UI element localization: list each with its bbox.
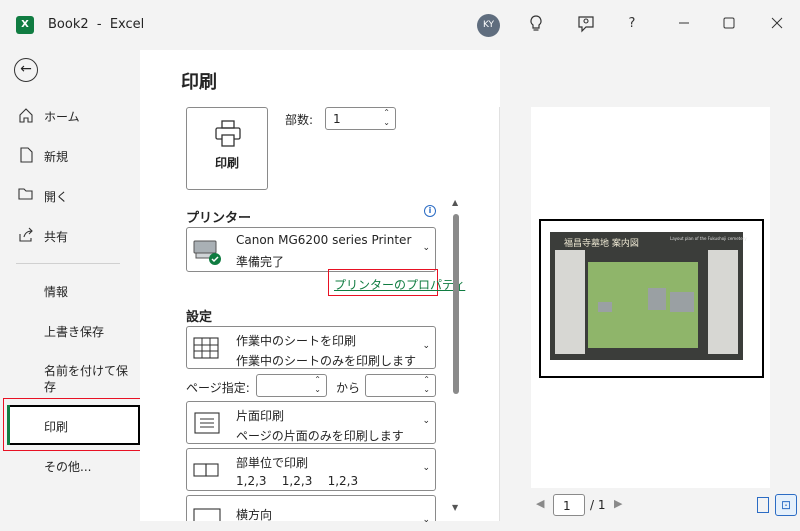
nav-save[interactable]: 上書き保存 (0, 313, 140, 347)
avatar[interactable]: KY (477, 14, 500, 37)
printer-name: Canon MG6200 series Printer (236, 233, 412, 247)
printer-status: 準備完了 (236, 255, 285, 269)
current-page: 1 (563, 499, 571, 513)
share-icon (18, 227, 34, 243)
sidebar-divider (16, 263, 120, 264)
stepper-arrows-icon[interactable]: ⌃ ⌄ (314, 375, 321, 395)
close-icon[interactable] (765, 12, 789, 36)
nav-label: 共有 (44, 230, 69, 244)
photo-map (588, 262, 698, 348)
printer-properties-link[interactable]: プリンターのプロパティ (334, 276, 465, 293)
help-icon[interactable]: ? (620, 12, 644, 36)
sheet-grid-icon (192, 336, 224, 360)
nav-label: 上書き保存 (44, 325, 105, 339)
landscape-icon (192, 507, 224, 531)
stepper-arrows-icon[interactable]: ⌃ ⌄ (383, 108, 390, 128)
nav-more[interactable]: その他... (0, 448, 140, 482)
photo-legend-left (555, 250, 585, 354)
photo-legend-right (708, 250, 738, 354)
photo-subtitle: Layout plan of the Fukushoji cemetery (670, 236, 747, 241)
page-number-input[interactable]: 1 (553, 494, 585, 516)
copies-stepper[interactable]: 1 ⌃ ⌄ (325, 107, 396, 130)
chevron-down-icon: ⌄ (422, 340, 430, 351)
setting-line2: ページの片面のみを印刷します (236, 429, 404, 443)
setting-line2: 1,2,3 1,2,3 1,2,3 (236, 474, 359, 488)
pages-label: ページ指定: (186, 381, 250, 395)
scroll-down-icon[interactable]: ▼ (452, 503, 458, 512)
copies-label: 部数: (285, 113, 314, 127)
show-margins-icon[interactable] (757, 497, 769, 513)
next-page-icon[interactable]: ▶ (614, 497, 622, 510)
chevron-down-icon: ⌄ (422, 242, 430, 253)
home-icon (18, 107, 34, 123)
photo-building (670, 292, 694, 312)
nav-label: 開く (44, 190, 69, 204)
printer-section-title: プリンター (186, 211, 252, 226)
nav-info[interactable]: 情報 (0, 273, 140, 307)
printer-icon (213, 120, 243, 148)
orientation-dropdown[interactable]: 横方向 ⌄ (186, 495, 436, 525)
pages-from-input[interactable]: ⌃ ⌄ (256, 374, 327, 397)
printer-ready-icon (192, 237, 224, 265)
nav-label: 名前を付けて保存 (44, 364, 129, 394)
excel-icon: X (16, 16, 34, 34)
cemetery-map-photo: 福昌寺墓地 案内図 Layout plan of the Fukushoji c… (550, 232, 747, 360)
settings-section-title: 設定 (186, 310, 213, 325)
nav-label: ホーム (44, 110, 80, 124)
prev-page-icon[interactable]: ◀ (536, 497, 544, 510)
pages-to-label: から (336, 381, 361, 395)
collated-icon (192, 458, 224, 482)
folder-open-icon (18, 187, 34, 203)
nav-label: 情報 (44, 285, 69, 299)
nav-share[interactable]: 共有 (0, 218, 140, 252)
one-sided-icon (192, 411, 224, 435)
setting-line1: 横方向 (236, 508, 273, 522)
page-title: 印刷 (181, 72, 217, 93)
nav-home[interactable]: ホーム (0, 98, 140, 132)
maximize-icon[interactable] (717, 12, 741, 36)
setting-line1: 片面印刷 (236, 409, 285, 423)
total-pages: / 1 (590, 498, 606, 512)
print-button[interactable]: 印刷 (186, 107, 268, 190)
copies-value: 1 (333, 112, 341, 126)
collate-dropdown[interactable]: 部単位で印刷 1,2,3 1,2,3 1,2,3 ⌄ (186, 448, 436, 491)
settings-scrollbar[interactable]: ▲ ▼ (450, 198, 462, 518)
lightbulb-icon[interactable] (524, 12, 548, 36)
minimize-icon[interactable] (672, 12, 696, 36)
setting-line2: 作業中のシートのみを印刷します (236, 354, 417, 368)
feedback-icon[interactable] (574, 12, 598, 36)
pages-to-input[interactable]: ⌃ ⌄ (365, 374, 436, 397)
setting-line1: 部単位で印刷 (236, 456, 309, 470)
stepper-arrows-icon[interactable]: ⌃ ⌄ (423, 375, 430, 395)
printer-dropdown[interactable]: Canon MG6200 series Printer 準備完了 ⌄ (186, 227, 436, 272)
print-what-dropdown[interactable]: 作業中のシートを印刷 作業中のシートのみを印刷します ⌄ (186, 326, 436, 369)
nav-label: 印刷 (44, 420, 69, 434)
preview-pager (500, 490, 800, 521)
scroll-up-icon[interactable]: ▲ (452, 198, 458, 207)
chevron-down-icon: ⌄ (422, 515, 430, 525)
nav-save-as[interactable]: 名前を付けて保存 (0, 353, 140, 394)
info-icon[interactable]: i (424, 205, 436, 217)
nav-new[interactable]: 新規 (0, 138, 140, 172)
window-title: Book2 - Excel (48, 17, 145, 32)
photo-building (648, 288, 666, 310)
chevron-down-icon: ⌄ (422, 462, 430, 473)
nav-print-item[interactable]: 印刷 (0, 408, 140, 442)
photo-title: 福昌寺墓地 案内図 (564, 239, 639, 249)
back-arrow-icon[interactable]: ← (14, 58, 38, 82)
zoom-to-page-icon[interactable]: ⊡ (775, 494, 797, 516)
chevron-down-icon: ⌄ (422, 415, 430, 426)
print-button-label: 印刷 (214, 156, 239, 170)
scroll-thumb[interactable] (453, 214, 459, 394)
setting-line1: 作業中のシートを印刷 (236, 334, 357, 348)
photo-building (598, 302, 612, 312)
nav-open[interactable]: 開く (0, 178, 140, 212)
nav-label: その他... (44, 460, 92, 474)
new-file-icon (18, 147, 34, 163)
nav-label: 新規 (44, 150, 69, 164)
sides-dropdown[interactable]: 片面印刷 ページの片面のみを印刷します ⌄ (186, 401, 436, 444)
